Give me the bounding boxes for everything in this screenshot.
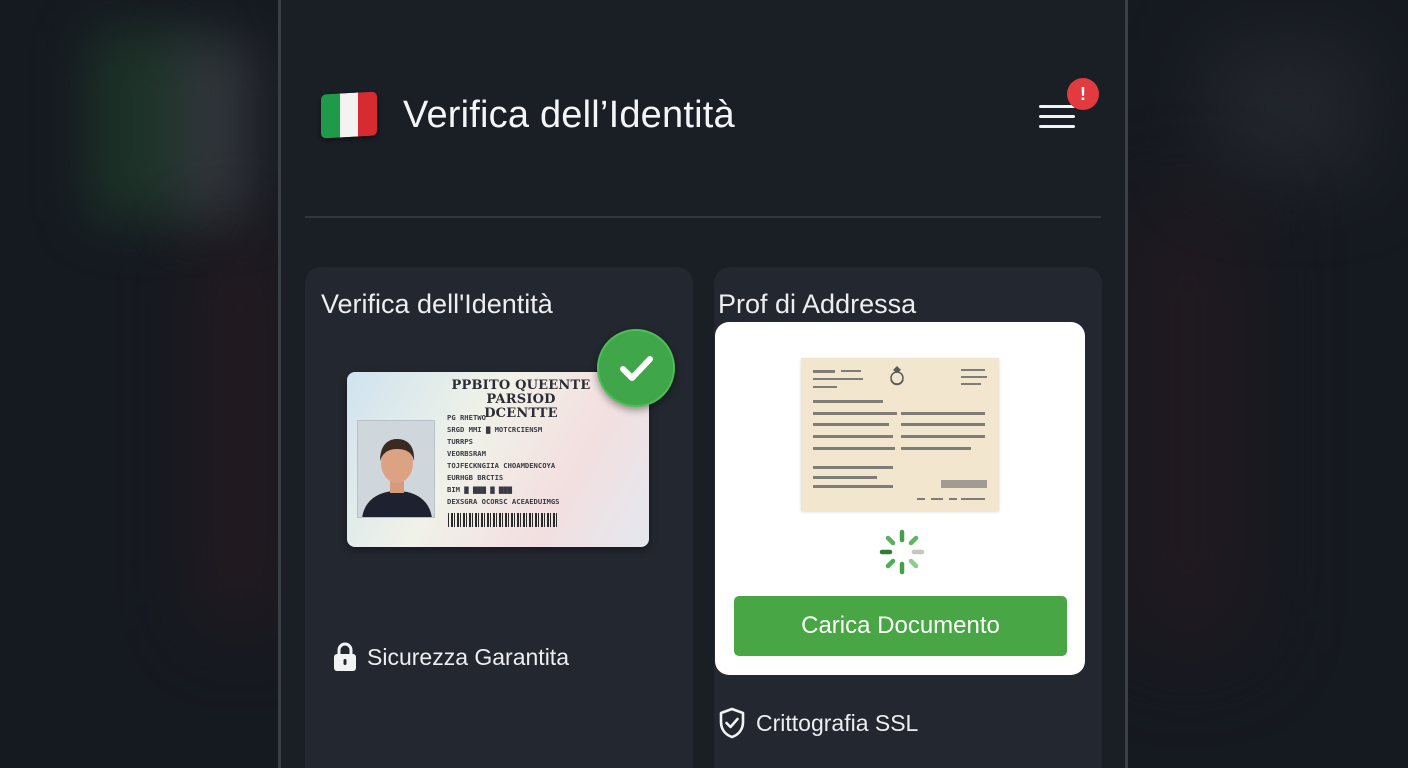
lock-icon [334, 642, 356, 671]
shield-check-icon [719, 707, 745, 739]
header-divider [305, 216, 1101, 218]
id-header-line-1: PPBITO QUEENTE [451, 378, 591, 393]
emblem-icon [890, 366, 904, 386]
person-silhouette-icon [358, 421, 434, 517]
backdrop-blur-white [175, 40, 255, 220]
identity-verification-card: Verifica dell'Identità PPBITO QUEENTE PA… [305, 267, 693, 768]
id-photo [357, 420, 435, 518]
id-field-row: TURRPS [447, 437, 473, 446]
check-circle-icon [597, 329, 675, 407]
id-field-row: PG RHETWO [447, 413, 486, 422]
id-field-row: VEORBSRAM [447, 449, 486, 458]
backdrop-blur-right [1208, 40, 1368, 180]
app-panel: Verifica dell’Identità ! Verifica dell'I… [278, 0, 1128, 768]
app-header: Verifica dell’Identità ! [321, 78, 1099, 150]
id-document-preview: PPBITO QUEENTE PARSIOD DCENTTE PG RHETWO… [347, 372, 649, 547]
address-card-title: Prof di Addressa [718, 289, 917, 319]
ssl-text: Crittografia SSL [756, 709, 919, 736]
notification-badge[interactable]: ! [1067, 78, 1099, 110]
id-field-row: TOJFECKNGIIA CHOAMDENCOYA [447, 461, 556, 470]
security-note: Sicurezza Garantita [333, 642, 569, 672]
id-field-row: DEXSGRA OCORSC ACEAEDUIMGS [447, 497, 560, 506]
identity-card-title: Verifica dell'Identità [321, 289, 553, 319]
address-upload-panel: Carica Documento [715, 322, 1085, 675]
id-document-fields: PG RHETWO SRGD MMI ▇ MOTCRCIENSM TURRPS … [447, 412, 643, 508]
page-title: Verifica dell’Identità [403, 93, 735, 136]
ssl-note: Crittografia SSL [718, 707, 918, 739]
id-field-row: SRGD MMI ▇ MOTCRCIENSM [447, 425, 543, 434]
backdrop-blur-right-red [1128, 200, 1248, 650]
id-field-row: BIM ▇ ▇▇▇ ▇ ▇▇▇ [447, 485, 512, 494]
barcode [448, 513, 558, 527]
security-text: Sicurezza Garantita [367, 643, 569, 670]
address-document-preview [801, 358, 999, 511]
spinner-icon [879, 529, 925, 575]
italian-flag-icon [321, 91, 377, 139]
upload-document-button[interactable]: Carica Documento [734, 596, 1067, 656]
id-field-row: EURHGB BRCTIS [447, 473, 504, 482]
address-proof-card: Prof di Addressa Carica Documento Critto… [714, 267, 1102, 768]
hamburger-menu-icon[interactable]: ! [1039, 78, 1099, 132]
backdrop-blur-red [200, 230, 280, 630]
